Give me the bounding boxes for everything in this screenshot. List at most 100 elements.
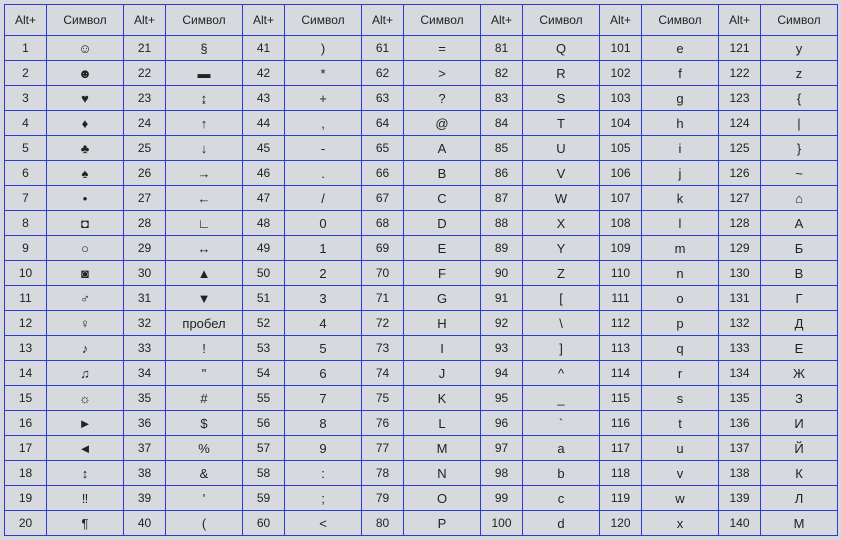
table-row: 11♂31▼51371G91[111o131Г bbox=[5, 286, 838, 311]
symbol-cell: 5 bbox=[285, 336, 362, 361]
alt-code-cell: 35 bbox=[124, 386, 166, 411]
alt-code-cell: 108 bbox=[600, 211, 642, 236]
symbol-cell: ♪ bbox=[47, 336, 124, 361]
symbol-cell: V bbox=[523, 161, 600, 186]
symbol-cell: M bbox=[404, 436, 481, 461]
alt-code-cell: 105 bbox=[600, 136, 642, 161]
alt-code-cell: 97 bbox=[481, 436, 523, 461]
symbol-cell: ♥ bbox=[47, 86, 124, 111]
alt-code-cell: 89 bbox=[481, 236, 523, 261]
symbol-cell: Б bbox=[761, 236, 838, 261]
symbol-cell: a bbox=[523, 436, 600, 461]
alt-code-cell: 43 bbox=[243, 86, 285, 111]
alt-code-cell: 34 bbox=[124, 361, 166, 386]
alt-code-cell: 7 bbox=[5, 186, 47, 211]
alt-code-cell: 83 bbox=[481, 86, 523, 111]
table-row: 7•27←47/67C87W107k127⌂ bbox=[5, 186, 838, 211]
table-row: 3♥23↨43+63?83S103g123{ bbox=[5, 86, 838, 111]
symbol-cell: w bbox=[642, 486, 719, 511]
table-row: 9○29↔49169E89Y109m129Б bbox=[5, 236, 838, 261]
alt-code-cell: 115 bbox=[600, 386, 642, 411]
alt-code-cell: 98 bbox=[481, 461, 523, 486]
alt-code-cell: 46 bbox=[243, 161, 285, 186]
symbol-cell: З bbox=[761, 386, 838, 411]
alt-code-cell: 94 bbox=[481, 361, 523, 386]
alt-code-cell: 21 bbox=[124, 36, 166, 61]
symbol-cell: ↓ bbox=[166, 136, 243, 161]
symbol-cell: ◙ bbox=[47, 261, 124, 286]
alt-code-cell: 76 bbox=[362, 411, 404, 436]
alt-code-cell: 8 bbox=[5, 211, 47, 236]
symbol-cell: ] bbox=[523, 336, 600, 361]
alt-code-cell: 79 bbox=[362, 486, 404, 511]
table-row: 10◙30▲50270F90Z110n130В bbox=[5, 261, 838, 286]
symbol-cell: t bbox=[642, 411, 719, 436]
symbol-cell: Г bbox=[761, 286, 838, 311]
alt-code-cell: 70 bbox=[362, 261, 404, 286]
alt-code-cell: 56 bbox=[243, 411, 285, 436]
symbol-cell: И bbox=[761, 411, 838, 436]
alt-code-cell: 14 bbox=[5, 361, 47, 386]
alt-code-cell: 18 bbox=[5, 461, 47, 486]
alt-code-cell: 6 bbox=[5, 161, 47, 186]
symbol-cell: i bbox=[642, 136, 719, 161]
alt-code-cell: 116 bbox=[600, 411, 642, 436]
symbol-cell: ← bbox=[166, 186, 243, 211]
table-row: 6♠26→46.66B86V106j126~ bbox=[5, 161, 838, 186]
symbol-cell: ▬ bbox=[166, 61, 243, 86]
symbol-cell: L bbox=[404, 411, 481, 436]
symbol-cell: 3 bbox=[285, 286, 362, 311]
table-row: 12♀32пробел52472H92\112p132Д bbox=[5, 311, 838, 336]
header-symbol: Символ bbox=[47, 5, 124, 36]
symbol-cell: 2 bbox=[285, 261, 362, 286]
alt-code-cell: 78 bbox=[362, 461, 404, 486]
alt-code-cell: 2 bbox=[5, 61, 47, 86]
symbol-cell: Q bbox=[523, 36, 600, 61]
symbol-cell: H bbox=[404, 311, 481, 336]
alt-code-cell: 5 bbox=[5, 136, 47, 161]
alt-code-cell: 104 bbox=[600, 111, 642, 136]
symbol-cell: U bbox=[523, 136, 600, 161]
alt-code-cell: 103 bbox=[600, 86, 642, 111]
symbol-cell: Й bbox=[761, 436, 838, 461]
alt-code-cell: 23 bbox=[124, 86, 166, 111]
symbol-cell: S bbox=[523, 86, 600, 111]
symbol-cell: М bbox=[761, 511, 838, 536]
symbol-cell: ↨ bbox=[166, 86, 243, 111]
alt-code-cell: 125 bbox=[719, 136, 761, 161]
symbol-cell: " bbox=[166, 361, 243, 386]
symbol-cell: § bbox=[166, 36, 243, 61]
symbol-cell: n bbox=[642, 261, 719, 286]
alt-code-cell: 82 bbox=[481, 61, 523, 86]
alt-code-cell: 57 bbox=[243, 436, 285, 461]
alt-code-cell: 119 bbox=[600, 486, 642, 511]
alt-code-cell: 44 bbox=[243, 111, 285, 136]
alt-code-cell: 22 bbox=[124, 61, 166, 86]
header-symbol: Символ bbox=[285, 5, 362, 36]
symbol-cell: Е bbox=[761, 336, 838, 361]
alt-code-cell: 113 bbox=[600, 336, 642, 361]
symbol-cell: % bbox=[166, 436, 243, 461]
alt-code-cell: 47 bbox=[243, 186, 285, 211]
table-header-row: Alt+СимволAlt+СимволAlt+СимволAlt+Символ… bbox=[5, 5, 838, 36]
symbol-cell: К bbox=[761, 461, 838, 486]
symbol-cell: В bbox=[761, 261, 838, 286]
alt-code-cell: 13 bbox=[5, 336, 47, 361]
symbol-cell: пробел bbox=[166, 311, 243, 336]
alt-code-cell: 132 bbox=[719, 311, 761, 336]
symbol-cell: T bbox=[523, 111, 600, 136]
alt-code-cell: 65 bbox=[362, 136, 404, 161]
symbol-cell: . bbox=[285, 161, 362, 186]
header-alt: Alt+ bbox=[481, 5, 523, 36]
alt-code-cell: 63 bbox=[362, 86, 404, 111]
alt-code-cell: 30 bbox=[124, 261, 166, 286]
symbol-cell: ◄ bbox=[47, 436, 124, 461]
alt-code-cell: 55 bbox=[243, 386, 285, 411]
alt-code-cell: 28 bbox=[124, 211, 166, 236]
symbol-cell: E bbox=[404, 236, 481, 261]
symbol-cell: ~ bbox=[761, 161, 838, 186]
symbol-cell: ♂ bbox=[47, 286, 124, 311]
alt-code-cell: 85 bbox=[481, 136, 523, 161]
table-row: 14♫34"54674J94^114r134Ж bbox=[5, 361, 838, 386]
symbol-cell: , bbox=[285, 111, 362, 136]
